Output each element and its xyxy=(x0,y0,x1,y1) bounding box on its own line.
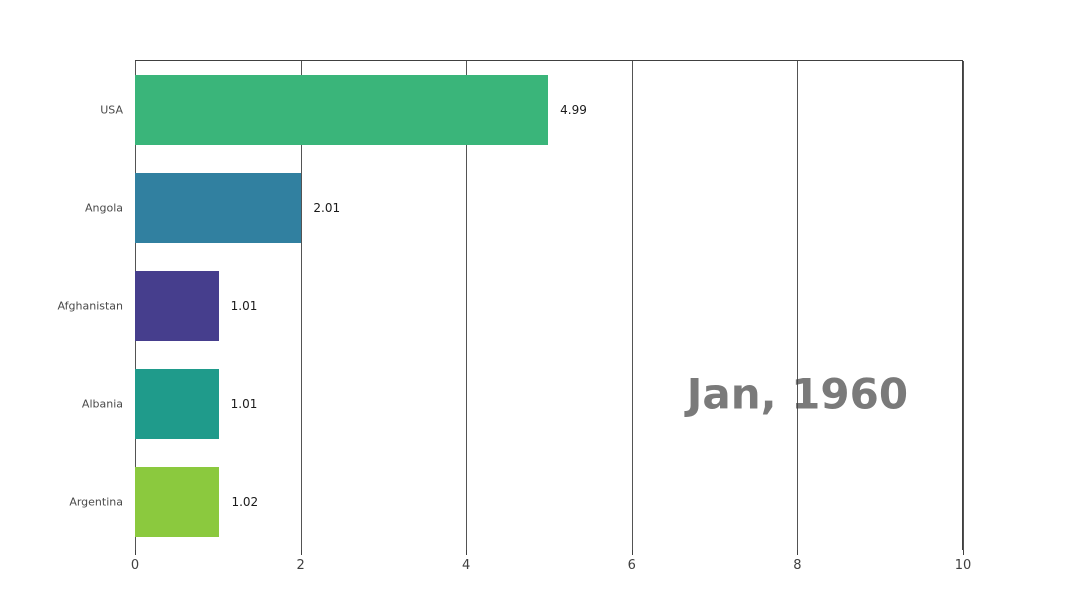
bar-argentina xyxy=(135,467,219,537)
x-tick xyxy=(797,550,798,555)
bar-angola xyxy=(135,173,301,243)
bar-usa xyxy=(135,75,548,145)
x-tick-label: 0 xyxy=(131,558,139,573)
plot-area: Jan, 1960 0246810USA4.99Angola2.01Afghan… xyxy=(135,60,963,550)
y-tick-label: Albania xyxy=(82,398,135,411)
x-tick xyxy=(466,550,467,555)
bar-value-label: 1.01 xyxy=(219,299,258,313)
bar-value-label: 2.01 xyxy=(301,201,340,215)
chart-stage: Jan, 1960 0246810USA4.99Angola2.01Afghan… xyxy=(0,0,1079,607)
x-gridline xyxy=(632,61,633,550)
x-gridline xyxy=(963,61,964,550)
x-tick-label: 8 xyxy=(793,558,801,573)
bar-value-label: 4.99 xyxy=(548,103,587,117)
y-tick-label: USA xyxy=(100,104,135,117)
x-tick-label: 10 xyxy=(955,558,972,573)
x-tick xyxy=(135,550,136,555)
x-tick-label: 2 xyxy=(296,558,304,573)
y-tick-label: Angola xyxy=(85,202,135,215)
y-tick-label: Afghanistan xyxy=(58,300,135,313)
x-gridline xyxy=(797,61,798,550)
bar-albania xyxy=(135,369,219,439)
x-tick xyxy=(632,550,633,555)
x-tick xyxy=(963,550,964,555)
bar-value-label: 1.01 xyxy=(219,397,258,411)
bar-value-label: 1.02 xyxy=(219,495,258,509)
y-tick-label: Argentina xyxy=(69,496,135,509)
x-tick xyxy=(301,550,302,555)
bar-afghanistan xyxy=(135,271,219,341)
x-tick-label: 6 xyxy=(628,558,636,573)
x-tick-label: 4 xyxy=(462,558,470,573)
